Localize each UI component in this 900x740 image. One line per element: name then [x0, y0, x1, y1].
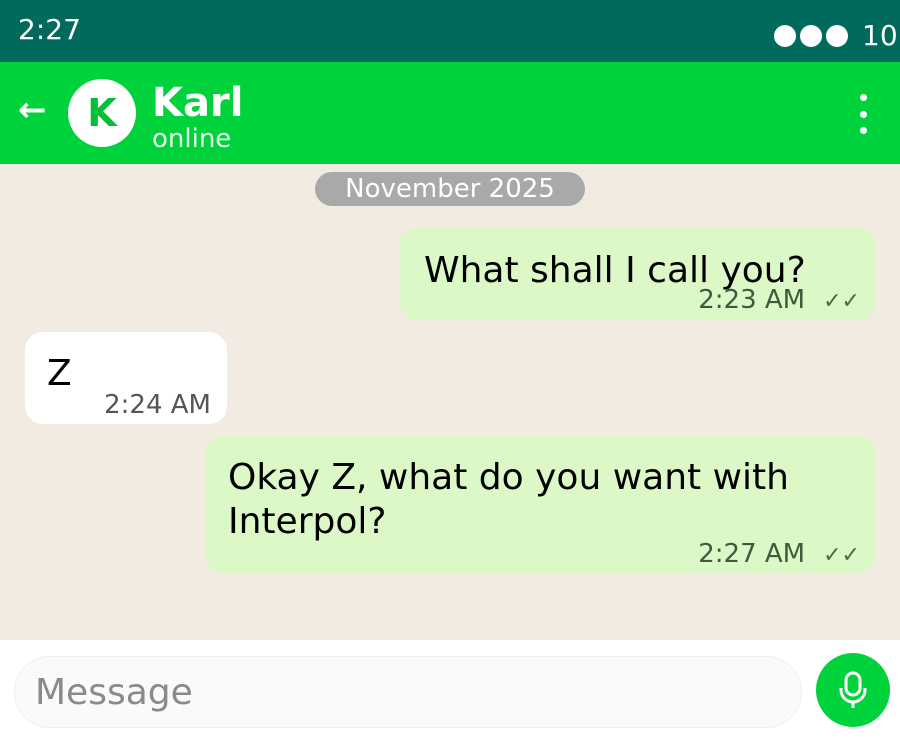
contact-name[interactable]: Karl: [152, 80, 243, 126]
message-meta: 2:23 AM ✓✓: [698, 285, 860, 317]
menu-dot: [859, 94, 867, 101]
more-vertical-icon[interactable]: [846, 94, 880, 134]
message-time: 2:27 AM: [698, 539, 806, 569]
message-input[interactable]: [14, 656, 802, 728]
message-meta: 2:27 AM ✓✓: [698, 539, 860, 571]
date-divider: November 2025: [315, 172, 585, 206]
menu-dot: [859, 110, 867, 118]
contact-status: online: [152, 124, 232, 154]
outgoing-message[interactable]: Okay Z, what do you want with Interpol? …: [205, 436, 876, 573]
status-bar: 2:27 10: [0, 0, 900, 62]
mic-button[interactable]: [816, 653, 890, 727]
signal-dot-icon: [800, 25, 822, 47]
read-receipt-icon: ✓✓: [823, 543, 860, 568]
message-time: 2:23 AM: [698, 285, 806, 315]
outgoing-message[interactable]: What shall I call you? 2:23 AM ✓✓: [400, 227, 876, 320]
signal-dot-icon: [826, 25, 848, 47]
read-receipt-icon: ✓✓: [823, 289, 860, 314]
menu-dot: [859, 127, 867, 134]
message-list[interactable]: November 2025 What shall I call you? 2:2…: [0, 164, 900, 640]
incoming-message[interactable]: Z 2:24 AM: [25, 332, 227, 424]
message-text: Okay Z, what do you want with Interpol?: [228, 457, 789, 542]
message-composer: [0, 640, 900, 740]
status-time: 2:27: [18, 13, 81, 46]
back-arrow-icon[interactable]: ←: [18, 90, 47, 130]
message-time: 2:24 AM: [104, 390, 211, 420]
avatar[interactable]: K: [68, 79, 136, 147]
signal-dot-icon: [774, 25, 796, 47]
status-icons: 10: [774, 20, 898, 52]
chat-header: ← K Karl online: [0, 62, 900, 164]
microphone-icon: [839, 671, 867, 708]
battery-level: 10: [862, 19, 898, 52]
